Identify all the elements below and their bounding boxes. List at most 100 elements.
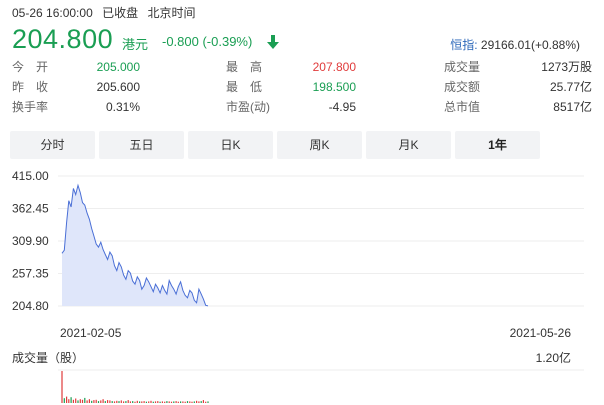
volume-bar xyxy=(196,400,198,403)
index-quote[interactable]: 恒指: 29166.01(+0.88%) xyxy=(450,36,580,53)
stat-low-value: 198.500 xyxy=(312,80,356,94)
price-chart[interactable]: 415.00 362.45 309.90 257.35 204.80 2021-02-0… xyxy=(0,166,604,405)
volume-bar xyxy=(184,401,186,403)
volume-bar xyxy=(97,401,100,403)
volume-label: 成交量（股） xyxy=(12,350,84,365)
volume-bar xyxy=(66,396,68,403)
volume-bar xyxy=(79,399,81,403)
stat-open-label: 今 开 xyxy=(12,60,49,74)
currency-label: 港元 xyxy=(122,37,149,52)
volume-bar xyxy=(150,400,152,403)
stat-turnover-rate: 换手率 0.31% xyxy=(12,98,140,116)
volume-bar xyxy=(93,400,95,403)
y-tick-label: 362.45 xyxy=(12,202,49,216)
tab-weekly-k[interactable]: 周K xyxy=(277,131,362,159)
volume-bar xyxy=(186,401,189,403)
stat-high-label: 最 高 xyxy=(226,60,263,74)
market-state: 已收盘 xyxy=(102,6,139,20)
volume-bar xyxy=(145,401,147,403)
volume-bar xyxy=(161,401,163,403)
status-line: 05-26 16:00:00 已收盘 北京时间 xyxy=(12,4,201,21)
volume-bar xyxy=(75,398,77,403)
tab-intraday[interactable]: 分时 xyxy=(10,131,95,159)
stat-amount-value: 25.77亿 xyxy=(549,80,592,94)
volume-bar xyxy=(86,400,88,403)
volume-bar xyxy=(136,400,138,403)
volume-bar xyxy=(189,401,191,403)
current-price: 204.800 xyxy=(12,24,114,54)
volume-bar xyxy=(200,401,202,403)
y-tick-label: 309.90 xyxy=(12,234,49,248)
stat-amount-label: 成交额 xyxy=(444,80,481,94)
volume-bar xyxy=(182,401,184,403)
volume-bar xyxy=(81,399,84,403)
volume-bar xyxy=(170,401,173,403)
volume-bar xyxy=(143,401,145,403)
volume-bar xyxy=(129,401,131,403)
y-tick-label: 257.35 xyxy=(12,267,49,281)
volume-bar xyxy=(198,401,200,403)
volume-bar xyxy=(102,399,104,403)
volume-bar xyxy=(152,401,154,403)
stat-turnover-rate-label: 换手率 xyxy=(12,100,49,114)
volume-bar xyxy=(111,401,113,403)
volume-bar xyxy=(157,401,159,403)
stat-low-label: 最 低 xyxy=(226,80,263,94)
stat-turnover-rate-value: 0.31% xyxy=(105,100,140,114)
y-tick-label: 415.00 xyxy=(12,169,49,183)
index-name[interactable]: 恒指: xyxy=(450,38,477,52)
tab-daily-k[interactable]: 日K xyxy=(188,131,273,159)
volume-bar xyxy=(70,397,72,403)
y-axis-labels: 415.00 362.45 309.90 257.35 204.80 xyxy=(12,169,49,313)
volume-bar xyxy=(63,398,65,403)
volume-bar xyxy=(125,401,127,403)
volume-bar xyxy=(88,399,90,403)
price-row: 204.800 港元 -0.800 (-0.39%) 恒指: 29166.01(… xyxy=(12,24,592,54)
stat-market-cap-value: 8517亿 xyxy=(553,100,592,114)
volume-bar xyxy=(61,371,63,403)
volume-bar xyxy=(100,400,102,403)
stat-low: 最 低 198.500 xyxy=(226,78,356,96)
volume-bar xyxy=(77,400,79,403)
stat-market-cap: 总市值 8517亿 xyxy=(444,98,592,116)
volume-bar xyxy=(120,400,122,403)
price-change: -0.800 (-0.39%) xyxy=(162,34,253,49)
volume-bar xyxy=(104,401,106,403)
quote-datetime: 05-26 16:00:00 xyxy=(12,6,93,20)
stat-high: 最 高 207.800 xyxy=(226,58,356,76)
volume-bar xyxy=(95,399,97,403)
x-end-label: 2021-05-26 xyxy=(510,326,572,340)
volume-bar xyxy=(148,401,150,403)
stat-prev-close-label: 昨 收 xyxy=(12,80,49,94)
volume-bar xyxy=(168,401,170,403)
volume-bar xyxy=(166,401,168,403)
stat-open-value: 205.000 xyxy=(96,60,140,74)
volume-bar xyxy=(164,401,166,403)
stats-panel: 今 开 205.000 昨 收 205.600 换手率 0.31% 最 高 20… xyxy=(12,58,592,118)
tab-monthly-k[interactable]: 月K xyxy=(366,131,451,159)
volume-bar xyxy=(116,400,118,403)
stat-prev-close: 昨 收 205.600 xyxy=(12,78,140,96)
x-start-label: 2021-02-05 xyxy=(60,326,122,340)
stat-pe-label: 市盈(动) xyxy=(226,100,270,114)
tab-five-day[interactable]: 五日 xyxy=(99,131,184,159)
tab-one-year[interactable]: 1年 xyxy=(455,131,540,159)
y-tick-label: 204.80 xyxy=(12,299,49,313)
price-chart-svg[interactable]: 415.00 362.45 309.90 257.35 204.80 2021-02-0… xyxy=(0,166,604,405)
stat-volume: 成交量 1273万股 xyxy=(444,58,592,76)
volume-bar xyxy=(123,401,125,403)
stat-volume-value: 1273万股 xyxy=(541,60,592,74)
stat-market-cap-label: 总市值 xyxy=(444,100,481,114)
stat-amount: 成交额 25.77亿 xyxy=(444,78,592,96)
stat-prev-close-value: 205.600 xyxy=(96,80,140,94)
volume-bar xyxy=(109,400,111,403)
volume-bar xyxy=(132,401,134,403)
stat-volume-label: 成交量 xyxy=(444,60,481,74)
volume-bar xyxy=(202,400,204,403)
volume-bar xyxy=(205,401,207,403)
volume-bar xyxy=(141,401,143,403)
volume-bar xyxy=(175,401,177,403)
down-arrow-icon xyxy=(267,35,279,49)
stat-pe: 市盈(动) -4.95 xyxy=(226,98,356,116)
volume-bar xyxy=(207,401,209,403)
